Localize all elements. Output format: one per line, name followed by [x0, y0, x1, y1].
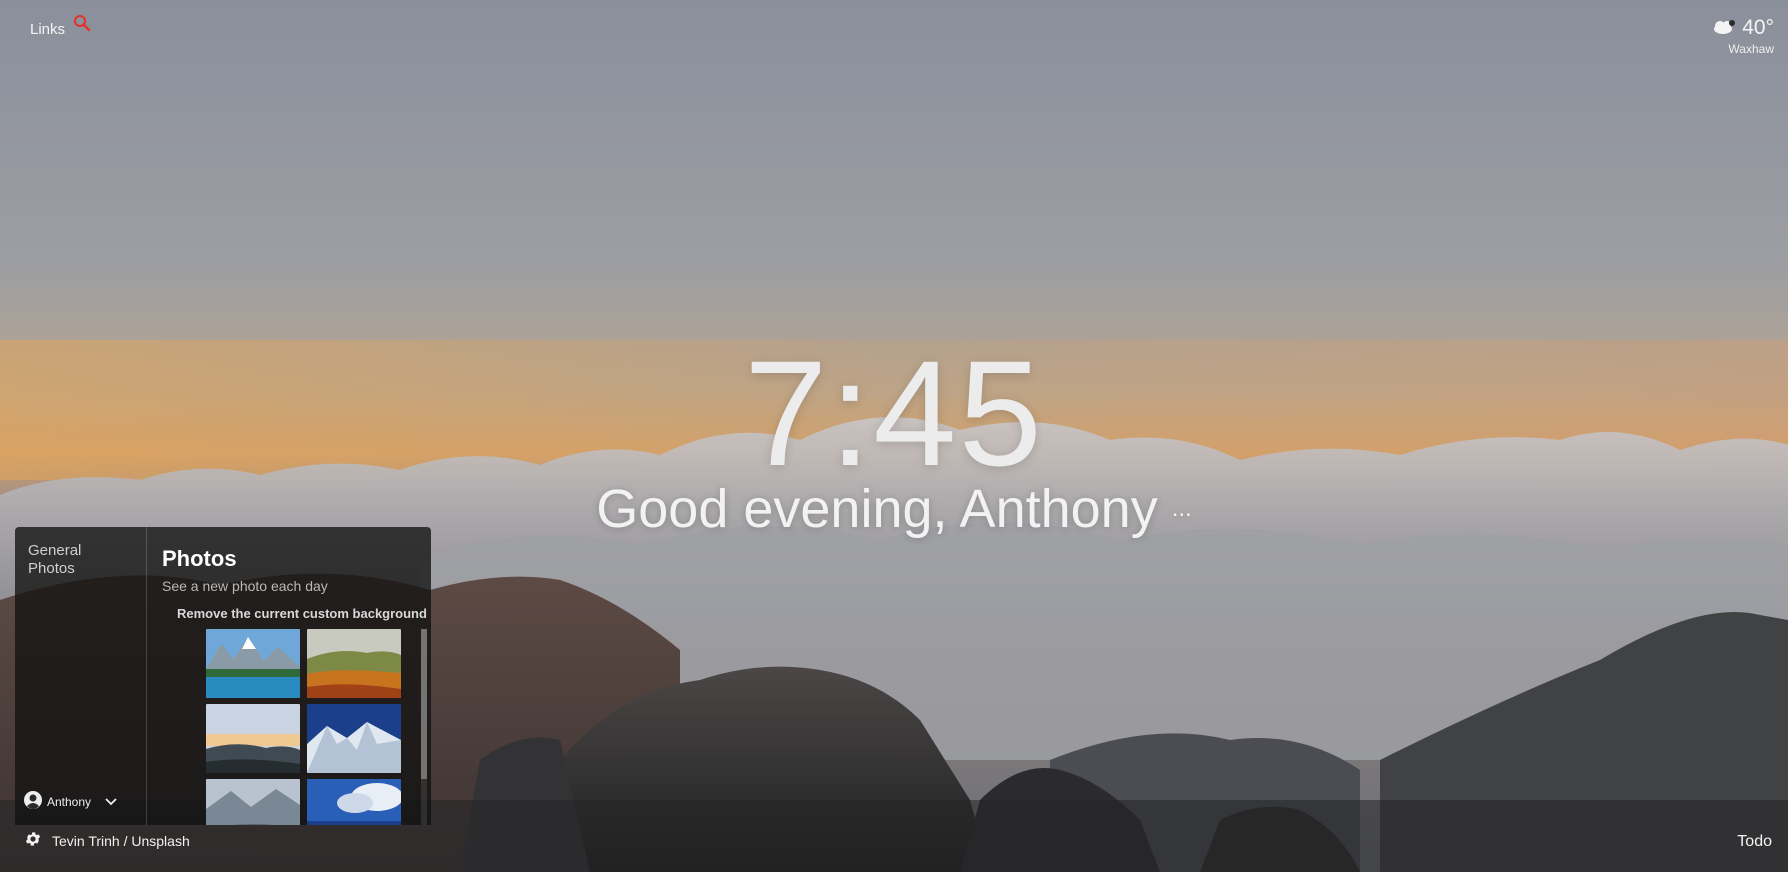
todo-button[interactable]: Todo — [1737, 833, 1772, 851]
weather-location: Waxhaw — [1728, 42, 1774, 56]
photo-thumbnail[interactable] — [206, 629, 300, 698]
photo-credit[interactable]: Tevin Trinh / Unsplash — [52, 833, 190, 849]
greeting-text: Good evening, Anthony — [596, 479, 1158, 539]
scrollbar-thumb[interactable] — [421, 629, 427, 779]
section-subtitle: See a new photo each day — [162, 578, 328, 594]
photo-thumbnail[interactable] — [206, 779, 300, 825]
gear-icon[interactable] — [24, 830, 42, 851]
user-name: Anthony — [47, 794, 92, 809]
clock: 7:45 — [744, 329, 1044, 497]
photo-thumbnail[interactable] — [206, 704, 300, 773]
cloud-moon-icon — [1712, 18, 1736, 39]
weather-widget[interactable]: 40° Waxhaw — [1712, 16, 1774, 56]
chevron-down-icon[interactable] — [105, 795, 117, 809]
links-bar: Links — [30, 15, 91, 38]
section-title: Photos — [162, 546, 237, 571]
nav-item-photos[interactable]: Photos — [15, 560, 146, 578]
links-button[interactable]: Links — [30, 21, 65, 38]
remove-background-link[interactable]: Remove the current custom background — [177, 606, 431, 621]
account-circle-icon — [23, 790, 43, 813]
footer-left: Tevin Trinh / Unsplash — [24, 830, 190, 851]
settings-nav: General Photos Anthony — [15, 527, 147, 825]
thumbnails-scrollbar[interactable] — [421, 629, 427, 825]
search-icon[interactable] — [73, 14, 91, 32]
nav-item-general[interactable]: General — [15, 542, 146, 560]
photo-thumbnail[interactable] — [307, 779, 401, 825]
settings-panel: General Photos Anthony Photos See a new … — [15, 527, 431, 825]
photo-thumbnail[interactable] — [307, 704, 401, 773]
photo-thumbnails — [206, 629, 406, 825]
weather-temperature: 40° — [1742, 16, 1774, 39]
user-menu[interactable]: Anthony — [23, 790, 117, 813]
photo-thumbnail[interactable] — [307, 629, 401, 698]
greeting-more-button[interactable]: ... — [1172, 495, 1192, 522]
